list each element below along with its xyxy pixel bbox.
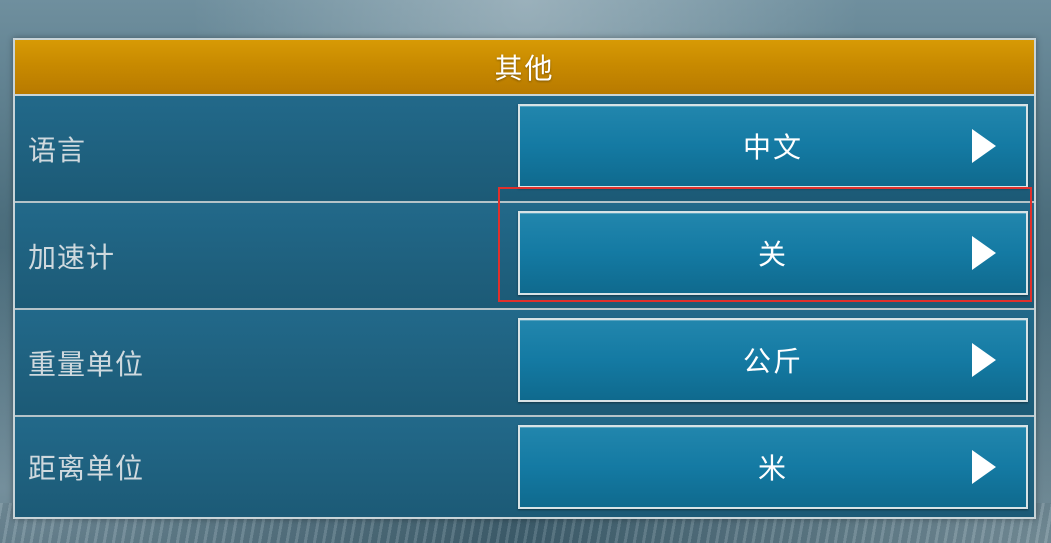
chevron-right-icon [972,343,996,377]
distance-unit-value: 米 [757,452,788,485]
setting-label-weight-unit: 重量单位 [28,347,145,381]
panel-header: 其他 [15,40,1034,96]
distance-unit-selector-button[interactable]: 米 [518,425,1028,509]
accelerometer-selector-button[interactable]: 关 [518,211,1028,295]
setting-label-language: 语言 [28,133,87,167]
setting-row-accelerometer: 加速计 关 [15,203,1034,310]
setting-row-distance-unit: 距离单位 米 [15,417,1034,517]
setting-row-language: 语言 中文 [15,96,1034,203]
accelerometer-value: 关 [757,238,788,271]
settings-panel-other: 其他 语言 中文 加速计 关 重量单位 公斤 距离单位 米 [13,38,1036,519]
language-value: 中文 [742,131,803,164]
panel-title: 其他 [494,52,555,85]
weight-unit-selector-button[interactable]: 公斤 [518,318,1028,402]
setting-row-weight-unit: 重量单位 公斤 [15,310,1034,417]
language-selector-button[interactable]: 中文 [518,104,1028,188]
chevron-right-icon [972,129,996,163]
setting-label-accelerometer: 加速计 [28,240,116,274]
chevron-right-icon [972,450,996,484]
chevron-right-icon [972,236,996,270]
setting-label-distance-unit: 距离单位 [28,452,145,485]
weight-unit-value: 公斤 [742,345,803,378]
